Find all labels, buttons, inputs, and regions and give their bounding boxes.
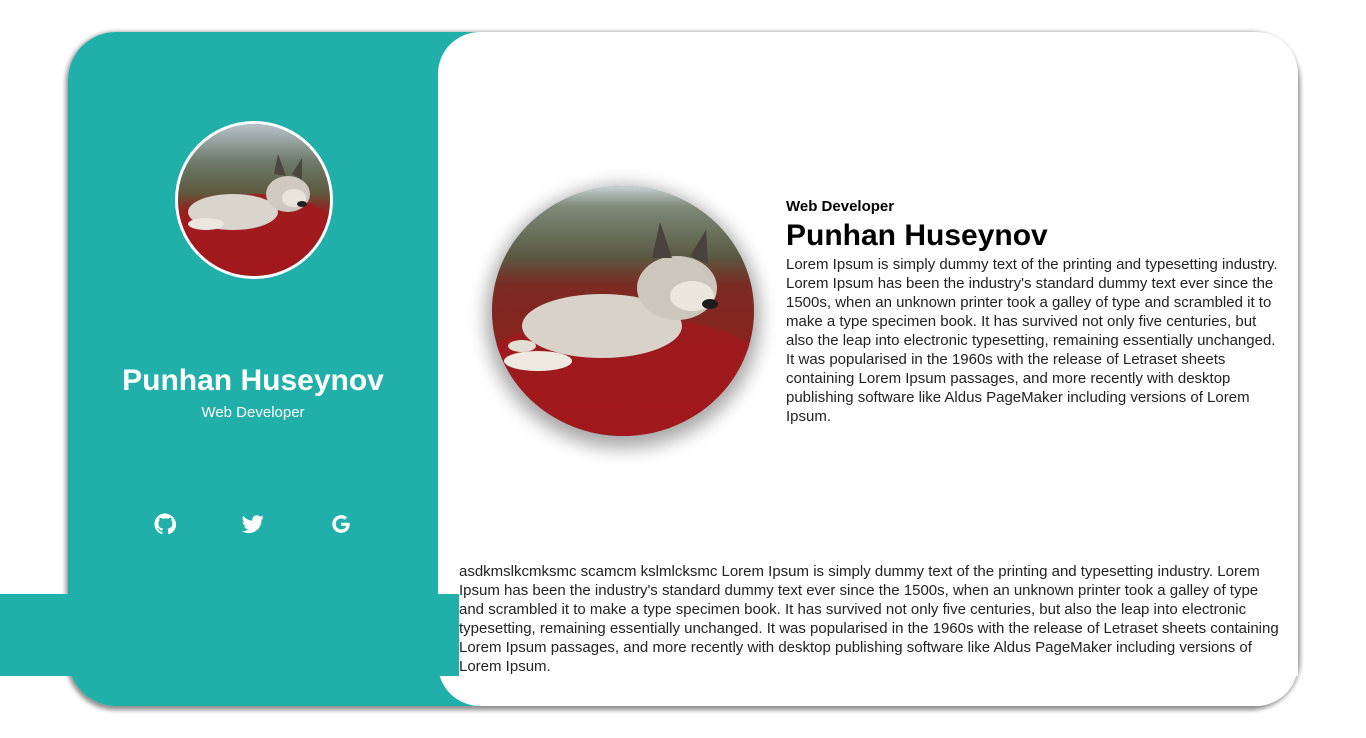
main-avatar [492, 186, 754, 436]
twitter-icon [242, 515, 264, 534]
google-icon [332, 515, 350, 533]
google-link[interactable] [328, 511, 354, 537]
sidebar-name: Punhan Huseynov [122, 364, 384, 397]
sidebar-role: Web Developer [201, 404, 305, 421]
husky-photo-icon [492, 186, 754, 436]
github-icon [154, 513, 176, 535]
main-name: Punhan Huseynov [786, 219, 1048, 252]
teal-strip [0, 594, 459, 676]
twitter-link[interactable] [240, 511, 266, 537]
sidebar-avatar [175, 121, 333, 279]
footer-text: asdkmslkcmksmc scamcm kslmlcksmc Lorem I… [459, 563, 1279, 675]
husky-photo-icon [178, 124, 330, 276]
main-role: Web Developer [786, 198, 895, 215]
github-link[interactable] [152, 511, 178, 537]
main-bio: Lorem Ipsum is simply dummy text of the … [786, 256, 1278, 425]
